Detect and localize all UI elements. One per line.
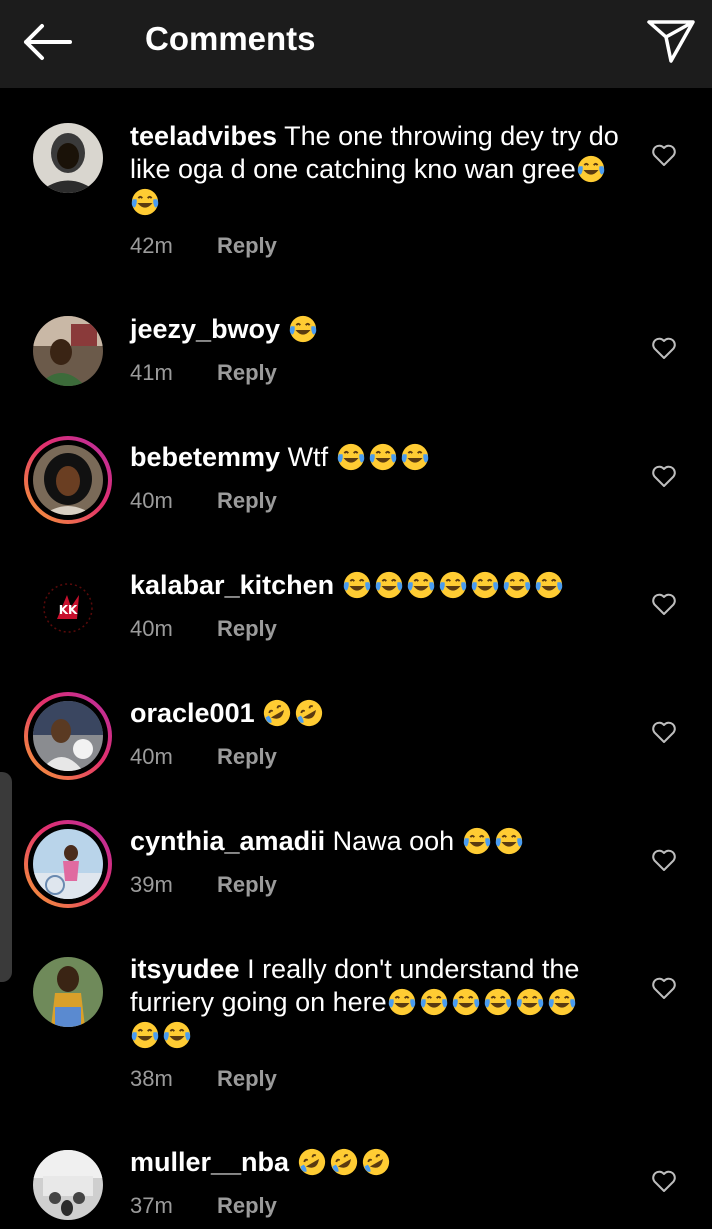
avatar[interactable] [24,114,112,202]
back-arrow-icon[interactable] [20,22,74,62]
comment-username[interactable]: kalabar_kitchen [130,570,334,600]
avatar[interactable] [24,436,112,524]
tears-of-joy-emoji-icon [547,987,577,1017]
reply-button[interactable]: Reply [217,616,277,641]
tears-of-joy-emoji-icon [162,1020,192,1050]
comment-time: 39m [130,872,173,897]
tears-of-joy-emoji-icon [130,187,160,217]
tears-of-joy-emoji-icon [130,1020,160,1050]
reply-button[interactable]: Reply [217,744,277,769]
tears-of-joy-emoji-icon [368,442,398,472]
reply-button[interactable]: Reply [217,360,277,385]
avatar[interactable] [24,820,112,908]
tears-of-joy-emoji-icon [462,826,492,856]
comment-time: 42m [130,233,173,258]
reply-button[interactable]: Reply [217,1066,277,1091]
tears-of-joy-emoji-icon [374,570,404,600]
comment-username[interactable]: jeezy_bwoy [130,314,280,344]
avatar[interactable] [24,692,112,780]
avatar[interactable] [24,307,112,395]
like-heart-icon[interactable] [651,1169,677,1193]
tears-of-joy-emoji-icon [534,570,564,600]
like-heart-icon[interactable] [651,720,677,744]
top-bar: Comments [0,0,712,88]
comment-time: 40m [130,616,173,641]
tears-of-joy-emoji-icon [419,987,449,1017]
paper-plane-icon[interactable] [646,18,696,64]
comment-text: Wtf [287,442,329,472]
rolling-on-floor-laughing-emoji-icon [297,1147,327,1177]
tears-of-joy-emoji-icon [387,987,417,1017]
like-heart-icon[interactable] [651,848,677,872]
comment-username[interactable]: cynthia_amadii [130,826,325,856]
comment-time: 38m [130,1066,173,1091]
comment-time: 41m [130,360,173,385]
tears-of-joy-emoji-icon [515,987,545,1017]
svg-text:KK: KK [59,603,78,617]
comment-time: 37m [130,1193,173,1218]
tears-of-joy-emoji-icon [494,826,524,856]
comment-username[interactable]: itsyudee [130,954,240,984]
tears-of-joy-emoji-icon [502,570,532,600]
comment-username[interactable]: muller__nba [130,1147,289,1177]
like-heart-icon[interactable] [651,336,677,360]
comment-time: 40m [130,744,173,769]
rolling-on-floor-laughing-emoji-icon [262,698,292,728]
tears-of-joy-emoji-icon [451,987,481,1017]
comment-time: 40m [130,488,173,513]
rolling-on-floor-laughing-emoji-icon [329,1147,359,1177]
comment-username[interactable]: oracle001 [130,698,255,728]
avatar[interactable]: KK [24,564,112,652]
comment-text: Nawa ooh [332,826,455,856]
tears-of-joy-emoji-icon [336,442,366,472]
avatar[interactable] [24,1141,112,1229]
like-heart-icon[interactable] [651,976,677,1000]
rolling-on-floor-laughing-emoji-icon [361,1147,391,1177]
tears-of-joy-emoji-icon [470,570,500,600]
tears-of-joy-emoji-icon [483,987,513,1017]
avatar[interactable] [24,948,112,1036]
rolling-on-floor-laughing-emoji-icon [294,698,324,728]
reply-button[interactable]: Reply [217,488,277,513]
tears-of-joy-emoji-icon [406,570,436,600]
reply-button[interactable]: Reply [217,1193,277,1218]
tears-of-joy-emoji-icon [438,570,468,600]
comment-username[interactable]: teeladvibes [130,121,277,151]
like-heart-icon[interactable] [651,464,677,488]
scroll-handle[interactable] [0,772,12,982]
tears-of-joy-emoji-icon [400,442,430,472]
tears-of-joy-emoji-icon [342,570,372,600]
page-title: Comments [145,20,316,57]
reply-button[interactable]: Reply [217,872,277,897]
tears-of-joy-emoji-icon [576,154,606,184]
like-heart-icon[interactable] [651,143,677,167]
reply-button[interactable]: Reply [217,233,277,258]
like-heart-icon[interactable] [651,592,677,616]
tears-of-joy-emoji-icon [288,314,318,344]
comment-username[interactable]: bebetemmy [130,442,280,472]
